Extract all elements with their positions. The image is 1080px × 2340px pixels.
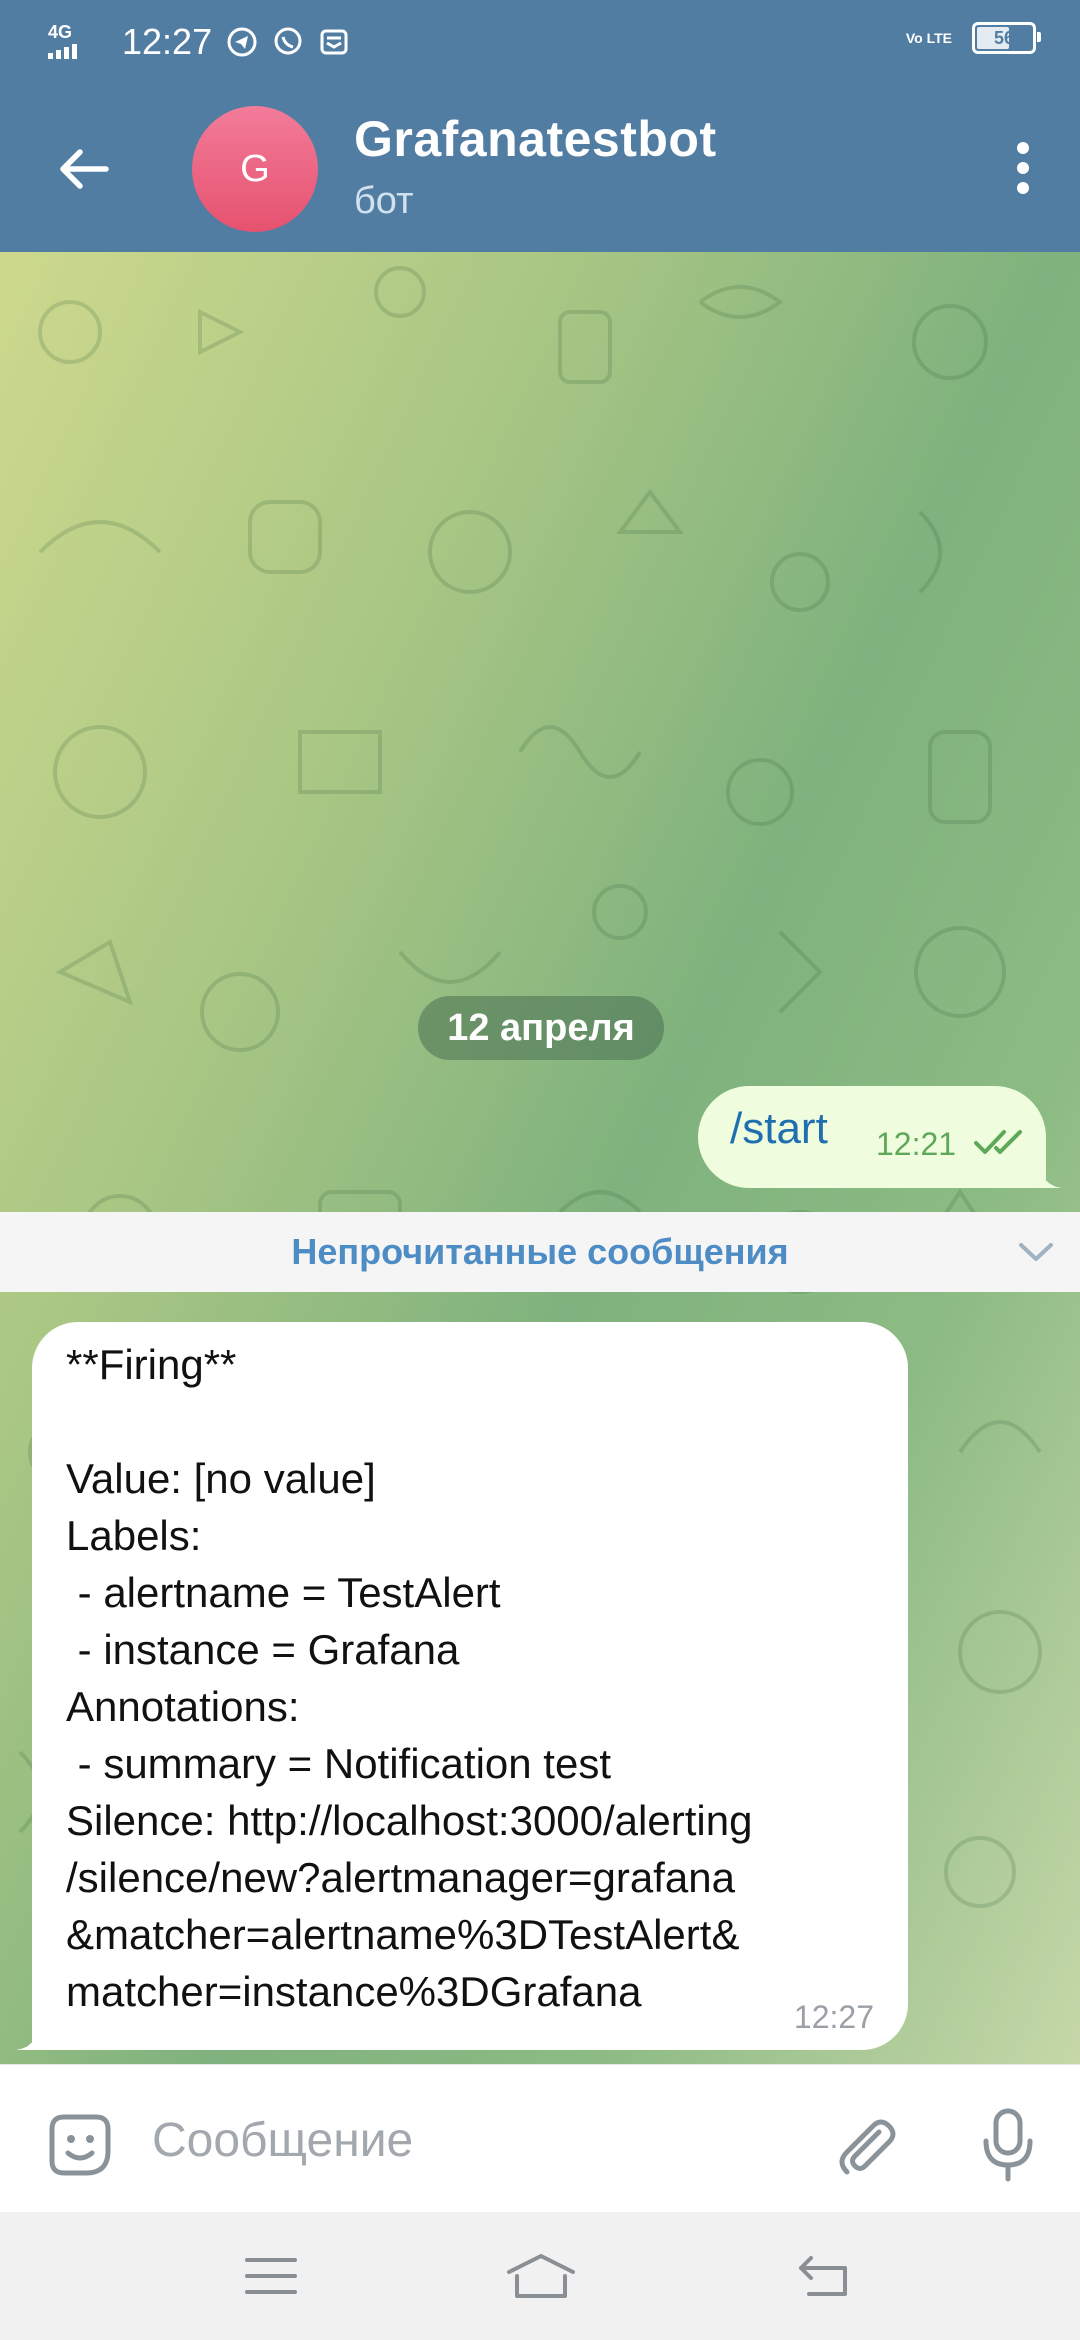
chat-area[interactable]: 12 апреля /start 12:21 Непрочитанные соо… xyxy=(0,252,1080,2064)
unread-messages-bar: Непрочитанные сообщения xyxy=(0,1212,1080,1292)
outgoing-message-text: /start xyxy=(730,1104,828,1153)
chat-header: G Grafanatestbot бот xyxy=(0,84,1080,252)
battery-icon: 56 xyxy=(972,22,1041,54)
incoming-message[interactable]: **Firing** Value: [no value] Labels: - a… xyxy=(16,1322,908,2050)
volte-indicator: Vo LTE xyxy=(905,30,952,46)
more-vertical-icon xyxy=(1017,142,1029,194)
home-button[interactable] xyxy=(496,2246,586,2306)
back-return-icon xyxy=(799,2256,847,2296)
mail-icon xyxy=(318,26,350,58)
double-check-icon xyxy=(974,1130,1022,1154)
menu-lines-icon xyxy=(245,2258,297,2294)
back-nav-button[interactable] xyxy=(778,2246,868,2306)
microphone-button[interactable] xyxy=(968,2101,1048,2189)
microphone-icon xyxy=(983,2108,1033,2182)
incoming-message-time: 12:27 xyxy=(793,1999,874,2035)
network-signal-icon: 4G xyxy=(48,22,102,62)
home-icon xyxy=(507,2254,575,2298)
outgoing-message-time: 12:21 xyxy=(876,1126,957,1162)
emoji-button[interactable] xyxy=(40,2105,120,2185)
chat-title[interactable]: Grafanatestbot xyxy=(354,110,717,168)
message-input[interactable] xyxy=(150,2103,774,2177)
scroll-down-button[interactable] xyxy=(1014,1230,1058,1274)
sticker-emoji-icon xyxy=(49,2114,111,2176)
recent-apps-button[interactable] xyxy=(226,2246,316,2306)
arrow-left-icon xyxy=(60,149,109,189)
status-time: 12:27 xyxy=(122,21,213,62)
telegram-icon xyxy=(226,26,258,58)
battery-level: 56 xyxy=(993,27,1015,48)
date-separator: 12 апреля xyxy=(418,996,664,1060)
more-menu-button[interactable] xyxy=(988,128,1058,208)
chat-subtitle: бот xyxy=(354,180,414,222)
avatar[interactable]: G xyxy=(192,106,318,232)
paperclip-icon xyxy=(839,2119,896,2175)
back-button[interactable] xyxy=(44,134,124,204)
system-nav-bar xyxy=(0,2212,1080,2340)
incoming-message-text: **Firing** Value: [no value] Labels: - a… xyxy=(66,1341,753,2015)
status-bar: 4G 12:27 Vo LTE 56 xyxy=(0,0,1080,84)
whatsapp-icon xyxy=(272,26,304,58)
message-composer xyxy=(0,2064,1080,2213)
unread-messages-label: Непрочитанные сообщения xyxy=(291,1231,789,1272)
chevron-down-icon xyxy=(1019,1243,1053,1261)
avatar-letter: G xyxy=(240,147,270,190)
outgoing-message[interactable]: /start 12:21 xyxy=(698,1086,1062,1188)
attach-button[interactable] xyxy=(826,2105,906,2185)
